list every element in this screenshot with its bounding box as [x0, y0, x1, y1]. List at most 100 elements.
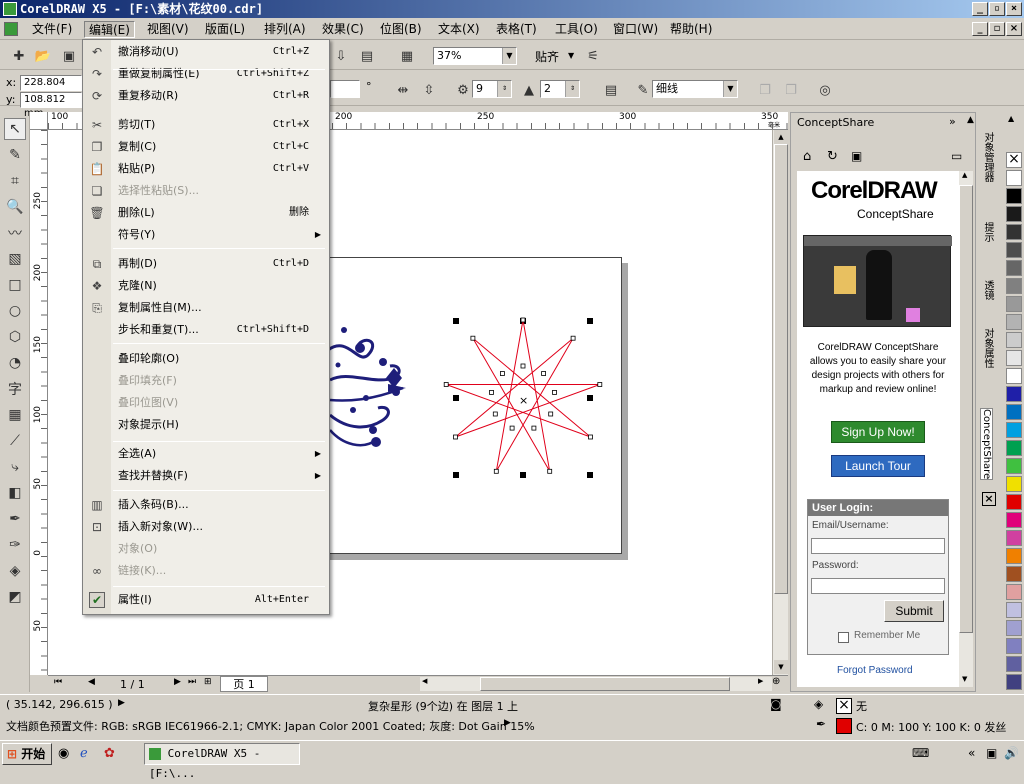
- scroll-thumb[interactable]: [959, 185, 973, 633]
- docker-tab-hints[interactable]: 提示: [980, 222, 995, 242]
- edit-menu-item[interactable]: ↷ 重做复制属性(E) Ctrl+Shift+Z: [83, 63, 329, 85]
- convert-to-curves-icon[interactable]: ◎: [814, 79, 836, 101]
- menu-tools[interactable]: 工具(O): [551, 21, 602, 38]
- scroll-down-arrow[interactable]: ▼: [774, 660, 788, 674]
- edit-menu-item[interactable]: 全选(A) ▶: [83, 443, 329, 465]
- eyedropper-tool-icon[interactable]: ✒: [4, 508, 26, 530]
- palette-swatch[interactable]: [1006, 422, 1022, 438]
- docker-tab-conceptshare[interactable]: ConceptShare: [980, 408, 993, 481]
- edit-menu-item[interactable]: 🗑 删除(L) 删除: [83, 202, 329, 224]
- palette-swatch[interactable]: [1006, 638, 1022, 654]
- edit-menu-item[interactable]: ∞ 链接(K)...: [83, 560, 329, 582]
- menu-bitmaps[interactable]: 位图(B): [376, 21, 426, 38]
- expand-arrow-icon[interactable]: ▶: [118, 698, 125, 708]
- add-page-icon[interactable]: ⊞: [204, 677, 212, 687]
- palette-swatch[interactable]: [1006, 674, 1022, 690]
- docker-expand-icon[interactable]: »: [949, 115, 956, 128]
- palette-swatch[interactable]: [1006, 458, 1022, 474]
- menu-text[interactable]: 文本(X): [434, 21, 484, 38]
- freehand-tool-icon[interactable]: 〰: [4, 222, 26, 244]
- edit-menu-item[interactable]: ⎘ 复制属性自(M)...: [83, 297, 329, 319]
- edit-menu-item[interactable]: ▥ 插入条码(B)...: [83, 494, 329, 516]
- docker-tab-object-manager[interactable]: 对象管理器: [980, 132, 995, 182]
- scroll-thumb[interactable]: [774, 144, 788, 594]
- doc-restore-button[interactable]: ▫: [989, 22, 1005, 36]
- options-icon[interactable]: ⚟: [582, 45, 604, 67]
- edit-menu-item[interactable]: 叠印填充(F): [83, 370, 329, 392]
- polygon-tool-icon[interactable]: ⬡: [4, 326, 26, 348]
- status-options-icon[interactable]: ◙: [770, 697, 782, 711]
- edit-menu-item[interactable]: 步长和重复(T)... Ctrl+Shift+D: [83, 319, 329, 341]
- refresh-icon[interactable]: ↻: [827, 149, 838, 164]
- table-tool-icon[interactable]: ▦: [4, 404, 26, 426]
- edit-menu-item[interactable]: 对象提示(H): [83, 414, 329, 436]
- edit-menu-item[interactable]: 叠印位图(V): [83, 392, 329, 414]
- edit-menu-item[interactable]: 叠印轮廓(O): [83, 348, 329, 370]
- edit-menu-item[interactable]: ✔ 属性(I) Alt+Enter: [83, 589, 329, 611]
- password-field[interactable]: [811, 578, 945, 594]
- vertical-ruler[interactable]: 250 200 150 100 50 0 50: [30, 130, 48, 675]
- palette-swatch[interactable]: [1006, 314, 1022, 330]
- menu-table[interactable]: 表格(T): [492, 21, 541, 38]
- palette-swatch[interactable]: [1006, 512, 1022, 528]
- edit-menu-item[interactable]: 📋 粘贴(P) Ctrl+V: [83, 158, 329, 180]
- zoom-level-select[interactable]: 37% ▼: [433, 47, 517, 65]
- forgot-password-link[interactable]: Forgot Password: [837, 665, 913, 676]
- snap-to-button[interactable]: 贴齐: [535, 48, 559, 65]
- outline-width-select[interactable]: 细线 ▼: [652, 80, 738, 98]
- tray-expand-icon[interactable]: «: [968, 746, 975, 760]
- ie-icon[interactable]: ℯ: [80, 746, 88, 761]
- connection-icon[interactable]: ▭: [951, 149, 962, 163]
- scroll-right-arrow[interactable]: ▶: [758, 677, 763, 685]
- export-icon[interactable]: ⇩: [330, 45, 352, 67]
- remember-checkbox[interactable]: [838, 632, 849, 643]
- docker-collapse-icon[interactable]: ▲: [967, 115, 974, 125]
- email-field[interactable]: [811, 538, 945, 554]
- rectangle-tool-icon[interactable]: □: [4, 274, 26, 296]
- launch-tour-button[interactable]: Launch Tour: [831, 455, 925, 477]
- outline-tool-icon[interactable]: ✑: [4, 534, 26, 556]
- pick-tool-icon[interactable]: ↖: [4, 118, 26, 140]
- close-tab-icon[interactable]: ×: [982, 492, 996, 506]
- palette-swatch[interactable]: [1006, 584, 1022, 600]
- last-page-icon[interactable]: ⏭: [188, 677, 196, 687]
- fill-none-swatch[interactable]: ×: [836, 698, 852, 714]
- new-document-icon[interactable]: ✚: [8, 45, 30, 67]
- palette-swatch[interactable]: [1006, 368, 1022, 384]
- star-points-input[interactable]: 9 ⇕: [472, 80, 512, 98]
- palette-swatch[interactable]: [1006, 440, 1022, 456]
- palette-swatch[interactable]: [1006, 404, 1022, 420]
- edit-menu-item[interactable]: ⧉ 再制(D) Ctrl+D: [83, 253, 329, 275]
- home-icon[interactable]: ⌂: [803, 149, 811, 164]
- palette-swatch[interactable]: [1006, 548, 1022, 564]
- edit-menu-item[interactable]: ⟳ 重复移动(R) Ctrl+R: [83, 85, 329, 107]
- mirror-vertical-icon[interactable]: ⇳: [418, 79, 440, 101]
- menu-help[interactable]: 帮助(H): [666, 21, 716, 38]
- minimize-button[interactable]: _: [972, 2, 988, 16]
- start-button[interactable]: ⊞ 开始: [2, 743, 52, 765]
- no-color-swatch[interactable]: ×: [1006, 152, 1022, 168]
- menu-effects[interactable]: 效果(C): [318, 21, 368, 38]
- network-icon[interactable]: ▣: [986, 746, 997, 760]
- palette-swatch[interactable]: [1006, 386, 1022, 402]
- menu-view[interactable]: 视图(V): [143, 21, 193, 38]
- navigator-zoom-icon[interactable]: ⊕: [772, 676, 780, 687]
- smart-fill-icon[interactable]: ▧: [4, 248, 26, 270]
- open-folder-icon[interactable]: 📂: [32, 45, 54, 67]
- palette-swatch[interactable]: [1006, 260, 1022, 276]
- menu-edit[interactable]: 编辑(E): [84, 21, 135, 38]
- edit-menu-item[interactable]: ⊡ 插入新对象(W)...: [83, 516, 329, 538]
- flower-icon[interactable]: ✿: [104, 746, 115, 761]
- blend-tool-icon[interactable]: ◧: [4, 482, 26, 504]
- expand-arrow-icon[interactable]: ▶: [504, 718, 511, 728]
- taskbar-coreldraw-button[interactable]: CorelDRAW X5 - [F:\...: [144, 743, 300, 780]
- palette-swatch[interactable]: [1006, 188, 1022, 204]
- scroll-thumb[interactable]: [480, 677, 730, 691]
- signup-button[interactable]: Sign Up Now!: [831, 421, 925, 443]
- palette-swatch[interactable]: [1006, 620, 1022, 636]
- maximize-button[interactable]: ▫: [989, 2, 1005, 16]
- volume-icon[interactable]: 🔊: [1004, 746, 1019, 760]
- palette-swatch[interactable]: [1006, 602, 1022, 618]
- chrome-icon[interactable]: ◉: [58, 746, 69, 761]
- palette-swatch[interactable]: [1006, 296, 1022, 312]
